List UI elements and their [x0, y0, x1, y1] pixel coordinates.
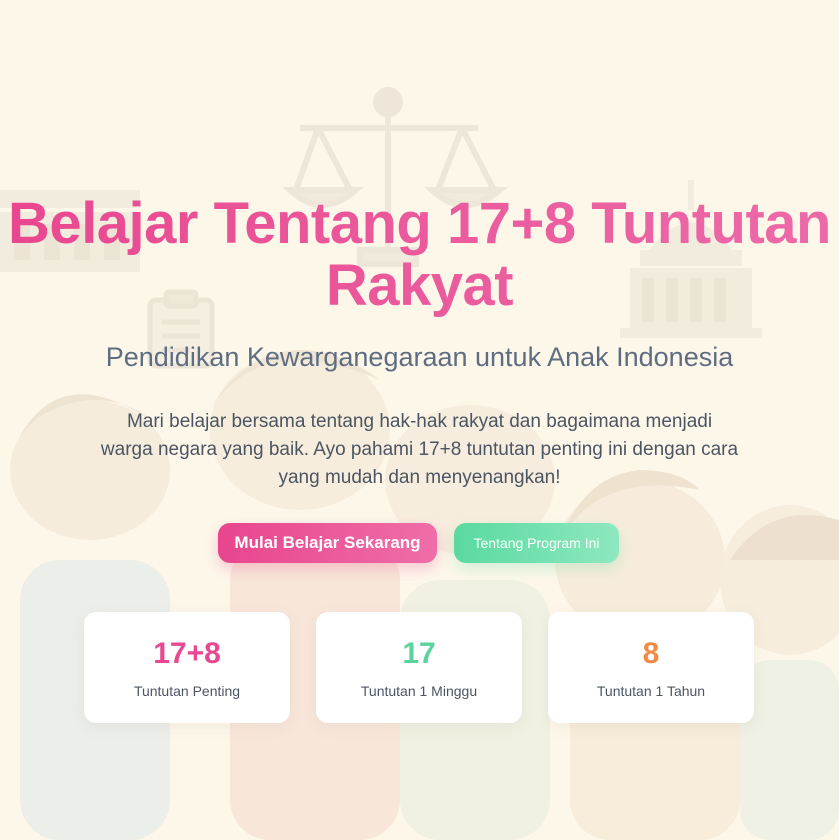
stat-card-one-week: 17 Tuntutan 1 Minggu [316, 612, 522, 723]
stat-value: 17 [402, 637, 436, 670]
intro-line-2: warga negara yang baik. Ayo pahami 17+8 … [100, 439, 739, 460]
stat-value: 8 [642, 637, 660, 670]
page-subtitle: Pendidikan Kewarganegaraan untuk Anak In… [105, 342, 734, 372]
stat-card-one-year: 8 Tuntutan 1 Tahun [548, 612, 754, 723]
stat-label: Tuntutan 1 Minggu [360, 683, 478, 699]
title-line-1: Belajar Tentang 17+8 Tuntutan [8, 191, 831, 256]
about-program-button[interactable]: Tentang Program Ini [454, 523, 619, 563]
hero-section: Belajar Tentang 17+8 Tuntutan Rakyat Pen… [0, 0, 839, 840]
intro-text: Mari belajar bersama tentang hak-hak rak… [80, 408, 759, 492]
start-learning-button[interactable]: Mulai Belajar Sekarang [218, 523, 437, 563]
title-line-2: Rakyat [325, 253, 514, 318]
stat-value: 17+8 [153, 637, 221, 670]
stat-label: Tuntutan Penting [133, 683, 241, 699]
stat-label: Tuntutan 1 Tahun [596, 683, 706, 699]
intro-line-1: Mari belajar bersama tentang hak-hak rak… [126, 411, 713, 432]
stat-card-total: 17+8 Tuntutan Penting [84, 612, 290, 723]
page-title: Belajar Tentang 17+8 Tuntutan Rakyat [0, 193, 839, 317]
intro-line-3: yang mudah dan menyenangkan! [278, 467, 561, 488]
